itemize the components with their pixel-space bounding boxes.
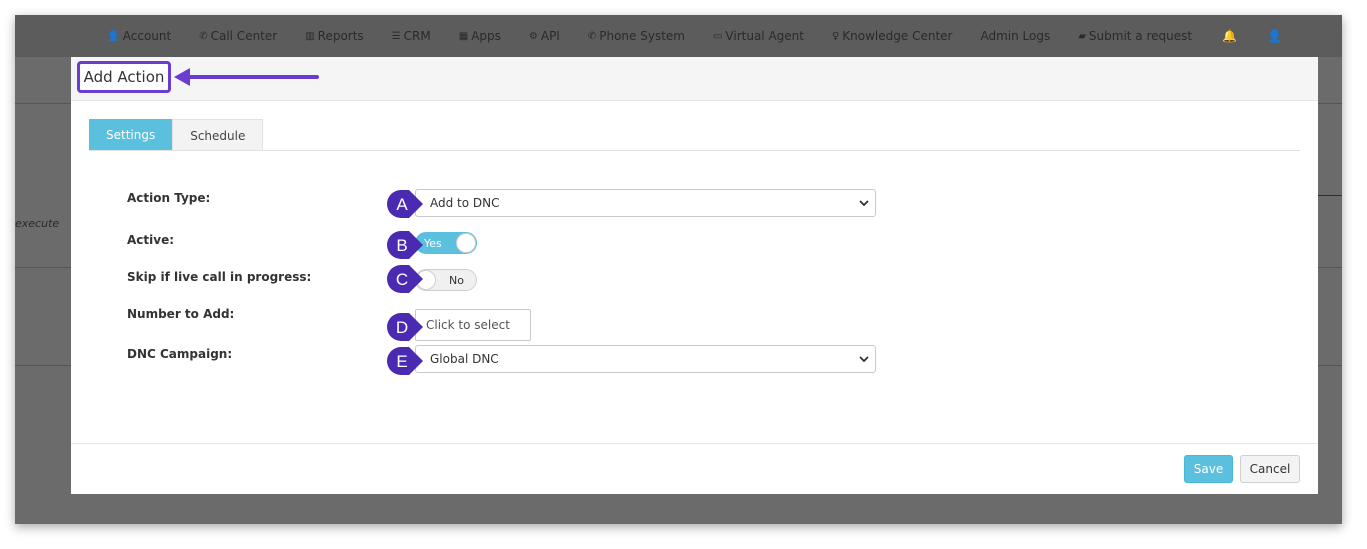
cancel-button[interactable]: Cancel — [1240, 455, 1300, 483]
active-toggle-value: Yes — [424, 236, 442, 250]
nav-account[interactable]: 👤 Account — [107, 29, 171, 43]
phone-icon: ✆ — [199, 30, 208, 42]
chevron-down-icon — [859, 356, 869, 363]
save-button[interactable]: Save — [1184, 455, 1233, 483]
svg-text:A: A — [396, 195, 408, 214]
list-icon: ☰ — [391, 30, 401, 42]
action-type-value: Add to DNC — [430, 196, 500, 210]
number-to-add-label: Number to Add: — [127, 307, 235, 321]
toggle-knob — [456, 233, 476, 253]
modal-tabs: Settings Schedule — [89, 119, 264, 151]
action-type-label: Action Type: — [127, 191, 211, 205]
nav-crm[interactable]: ☰ CRM — [392, 29, 431, 43]
dnc-campaign-value: Global DNC — [430, 352, 499, 366]
nav-submit-request[interactable]: ▰ Submit a request — [1078, 29, 1192, 43]
annotation-badge-d: D — [387, 313, 423, 341]
nav-call-center[interactable]: ✆ Call Center — [199, 29, 277, 43]
user-menu-icon[interactable]: 👤 — [1267, 29, 1282, 43]
tab-underline — [89, 150, 1300, 151]
annotation-badge-a: A — [387, 190, 423, 218]
bar-chart-icon: ▥ — [305, 30, 315, 42]
user-icon: 👤 — [107, 30, 120, 42]
bell-icon[interactable]: 🔔 — [1222, 29, 1237, 43]
phone-icon: ✆ — [587, 30, 597, 42]
number-to-add-placeholder: Click to select — [426, 318, 510, 332]
number-to-add-input[interactable]: Click to select — [415, 309, 531, 341]
nav-virtual-agent[interactable]: ▭ Virtual Agent — [713, 29, 804, 43]
nav-apps[interactable]: ▦ Apps — [459, 29, 501, 43]
chevron-down-icon — [859, 200, 869, 207]
app-screenshot: 👤 Account ✆ Call Center ▥ Reports ☰ CRM ▦ App… — [15, 15, 1342, 524]
annotation-badge-b: B — [387, 231, 423, 259]
svg-text:D: D — [396, 318, 408, 337]
svg-text:B: B — [396, 236, 407, 255]
add-action-modal: Add Action Settings Schedule Action Type… — [71, 57, 1318, 494]
tab-schedule[interactable]: Schedule — [172, 119, 264, 151]
tab-settings[interactable]: Settings — [89, 119, 173, 151]
annotation-arrow-icon — [174, 68, 319, 86]
dnc-campaign-select[interactable]: Global DNC — [415, 345, 876, 373]
monitor-icon: ▭ — [712, 30, 723, 42]
annotation-badge-e: E — [387, 347, 423, 375]
modal-footer-divider — [71, 443, 1318, 444]
grid-icon: ▦ — [458, 30, 469, 42]
background-text: execute — [15, 217, 60, 230]
active-label: Active: — [127, 233, 175, 247]
lightbulb-icon: ♀ — [831, 30, 840, 42]
ticket-icon: ▰ — [1078, 30, 1086, 42]
gear-icon: ⚙ — [528, 30, 538, 42]
nav-knowledge-center[interactable]: ♀ Knowledge Center — [832, 29, 953, 43]
modal-header: Add Action — [71, 57, 1318, 101]
action-type-select[interactable]: Add to DNC — [415, 189, 876, 217]
nav-reports[interactable]: ▥ Reports — [305, 29, 363, 43]
svg-text:C: C — [396, 270, 408, 289]
nav-admin-logs[interactable]: Admin Logs — [980, 29, 1050, 43]
svg-text:E: E — [396, 352, 407, 371]
dnc-campaign-label: DNC Campaign: — [127, 347, 233, 361]
top-navigation: 👤 Account ✆ Call Center ▥ Reports ☰ CRM ▦ App… — [15, 15, 1342, 57]
modal-title: Add Action — [77, 61, 171, 93]
skip-live-toggle-value: No — [449, 273, 464, 287]
nav-phone-system[interactable]: ✆ Phone System — [588, 29, 685, 43]
nav-api[interactable]: ⚙ API — [529, 29, 560, 43]
skip-live-label: Skip if live call in progress: — [127, 270, 312, 284]
annotation-badge-c: C — [387, 265, 423, 293]
